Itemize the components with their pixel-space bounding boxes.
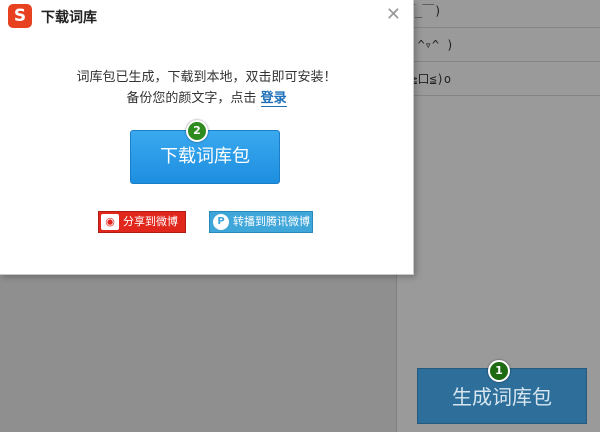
share-tencent-label: 转播到腾讯微博 [233,215,310,228]
share-weibo-button[interactable]: ◉ 分享到微博 [98,211,186,233]
dialog-title: 下载词库 [41,10,97,26]
download-dictionary-dialog: S 下载词库 ✕ 词库包已生成，下载到本地，双击即可安装！ 备份您的颜文字，点击… [0,0,414,275]
emoticon-item[interactable]: . ^▿^ ) [397,28,600,62]
backup-message: 备份您的颜文字，点击 登录 [0,87,413,107]
backup-message-text: 备份您的颜文字，点击 [126,91,261,106]
dialog-titlebar: S 下载词库 ✕ [0,0,413,32]
emoticon-item[interactable]: (≧口≦)o [397,62,600,96]
sogou-logo-icon: S [8,4,32,28]
step-badge-2: 2 [186,120,208,142]
share-weibo-label: 分享到微博 [123,215,178,228]
share-tencent-weibo-button[interactable]: P 转播到腾讯微博 [209,211,313,233]
step-badge-1: 1 [488,360,510,382]
success-message: 词库包已生成，下载到本地，双击即可安装！ [76,70,337,85]
emoticon-item[interactable]: ￣_￣) [397,0,600,28]
login-link[interactable]: 登录 [260,91,287,107]
tencent-weibo-icon: P [213,214,229,230]
close-icon[interactable]: ✕ [386,4,401,25]
weibo-icon: ◉ [101,214,119,230]
